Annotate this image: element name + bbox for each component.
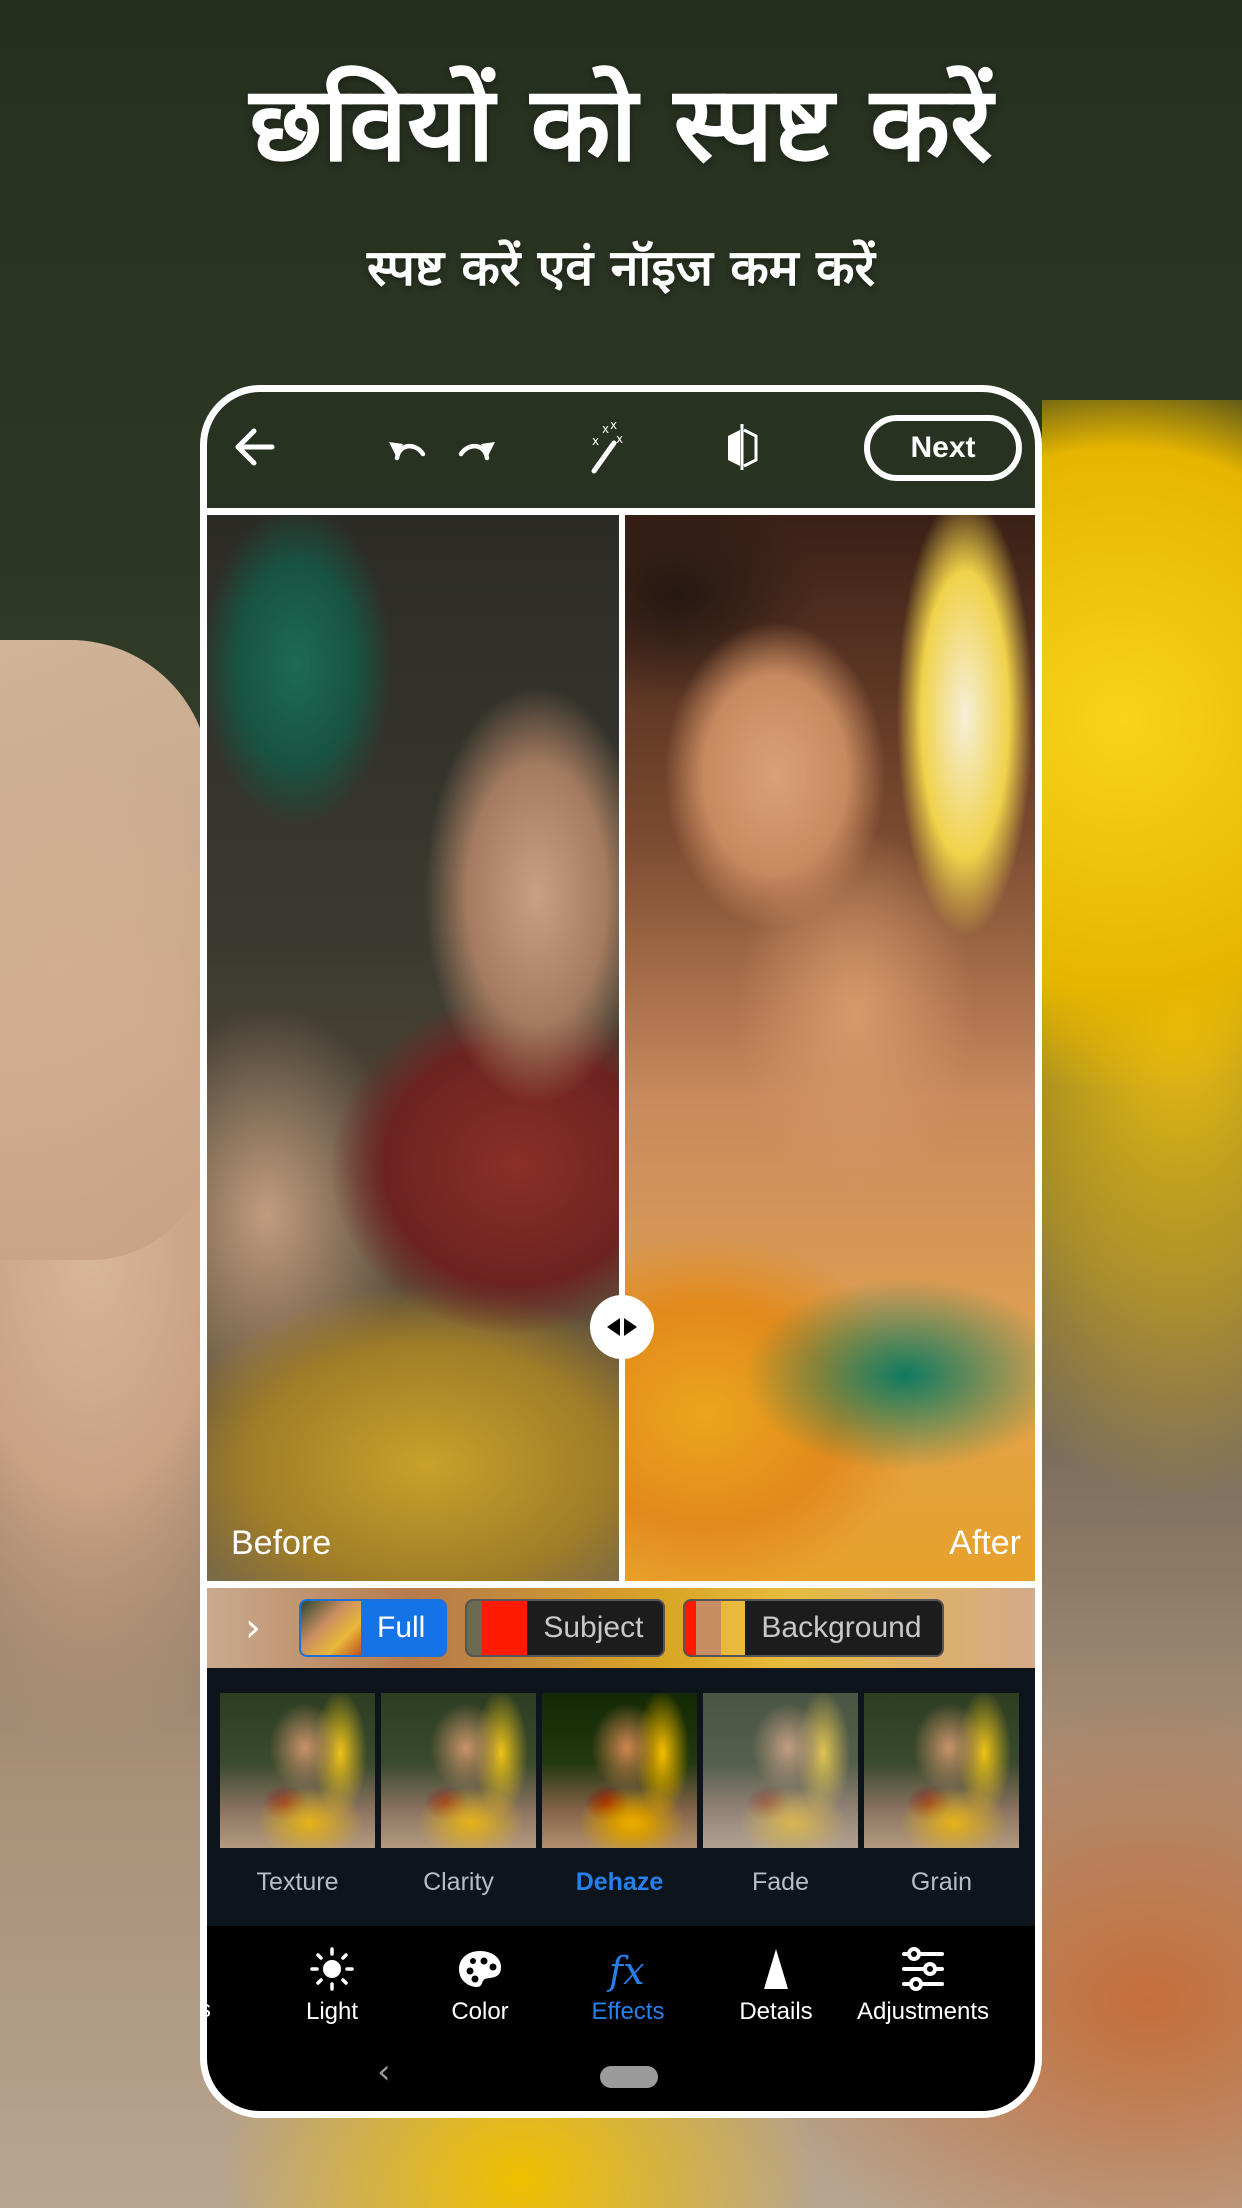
tool-label: Details [739,1998,813,2025]
effect-thumbnail [381,1693,536,1848]
effect-clarity[interactable]: Clarity [381,1693,536,1897]
svg-text:x: x [602,422,609,436]
back-button[interactable] [229,422,279,472]
nav-back-icon[interactable]: ‹ [377,2052,391,2092]
triangle-detail-icon [764,1949,788,1989]
next-button[interactable]: Next [864,415,1022,481]
tool-adjustments[interactable]: Adjustments [843,1944,1003,2026]
image-divider [207,1581,1035,1588]
auto-enhance-button[interactable]: xxxx [585,417,635,477]
mask-option-label: Subject [543,1611,644,1644]
effect-label: Grain [910,1868,973,1896]
subheadline: स्पष्ट करें एवं नॉइज कम करें [367,239,875,297]
mask-selector: › Full Subject Background [207,1588,1035,1668]
effect-thumbnail [220,1693,375,1848]
arrow-left-triangle-icon [607,1318,620,1336]
effect-texture[interactable]: Texture [220,1693,375,1897]
effect-dehaze[interactable]: Dehaze [542,1693,697,1897]
tool-label: Color [451,1998,509,2025]
mask-option-full[interactable]: Full [299,1599,448,1657]
tool-label: Light [305,1998,359,2025]
tool-light[interactable]: Light [262,1944,402,2026]
effect-label: Clarity [423,1868,494,1896]
before-after-compare: Before After [207,515,1035,1581]
before-label: Before [231,1524,332,1562]
toolbar-divider [207,508,1035,515]
tool-effects[interactable]: fx Effects [558,1944,698,2026]
effect-grain[interactable]: Grain [864,1693,1019,1897]
effect-thumbnail [864,1693,1019,1848]
svg-text:fx: fx [606,1949,645,1992]
tool-partial-label[interactable]: s [207,1996,211,2024]
before-image [207,515,619,1581]
after-image [625,515,1035,1581]
mask-option-background[interactable]: Background [683,1599,944,1657]
compare-split-icon [728,424,758,470]
mask-thumb-background [685,1601,746,1655]
svg-text:x: x [592,434,599,448]
sliders-icon [902,1947,944,1991]
mask-option-subject[interactable]: Subject [465,1599,666,1657]
background-flowers [1042,400,1242,1200]
background-arm [0,640,210,1260]
undo-icon [389,442,426,461]
svg-text:x: x [610,419,617,432]
mask-option-label: Background [761,1611,922,1644]
tool-label: Effects [591,1998,665,2025]
arrow-right-triangle-icon [624,1318,637,1336]
compare-divider-line[interactable] [619,515,625,1581]
compare-toggle-button[interactable] [717,417,767,477]
palette-icon [459,1951,501,1987]
fx-icon: fx [606,1949,645,1992]
after-label: After [949,1524,1021,1562]
arrow-left-icon [235,428,275,466]
magic-wand-icon: x xx x [591,419,623,474]
chevron-right-icon[interactable]: › [245,1605,281,1651]
phone-frame: xxxx Next Before After › Full Subject Ba… [200,385,1042,2118]
effect-thumbnail [542,1693,697,1848]
tool-nav: s Light Color fx Effects Details Adjustm… [207,1926,1035,2111]
effect-thumbnail [703,1693,858,1848]
effect-fade[interactable]: Fade [703,1693,858,1897]
sun-icon [310,1947,354,1991]
headline: छवियों को स्पष्ट करें [249,63,993,185]
tool-label: Adjustments [856,1998,990,2025]
mask-thumb-full [301,1601,361,1655]
effect-label: Texture [256,1868,339,1896]
effect-label: Fade [752,1868,809,1896]
split-handle[interactable] [590,1295,654,1359]
undo-button[interactable] [382,422,432,472]
mask-thumb-subject [467,1601,528,1655]
effects-panel: Texture Clarity Dehaze Fade Grain [207,1668,1035,1926]
effect-label: Dehaze [575,1868,664,1896]
top-toolbar: xxxx Next [207,392,1035,510]
mask-option-label: Full [377,1611,426,1644]
svg-text:x: x [616,432,623,446]
home-pill-icon[interactable] [600,2066,658,2088]
tool-color[interactable]: Color [410,1944,550,2026]
redo-button[interactable] [452,422,502,472]
redo-icon [458,442,495,461]
tool-details[interactable]: Details [706,1944,846,2026]
